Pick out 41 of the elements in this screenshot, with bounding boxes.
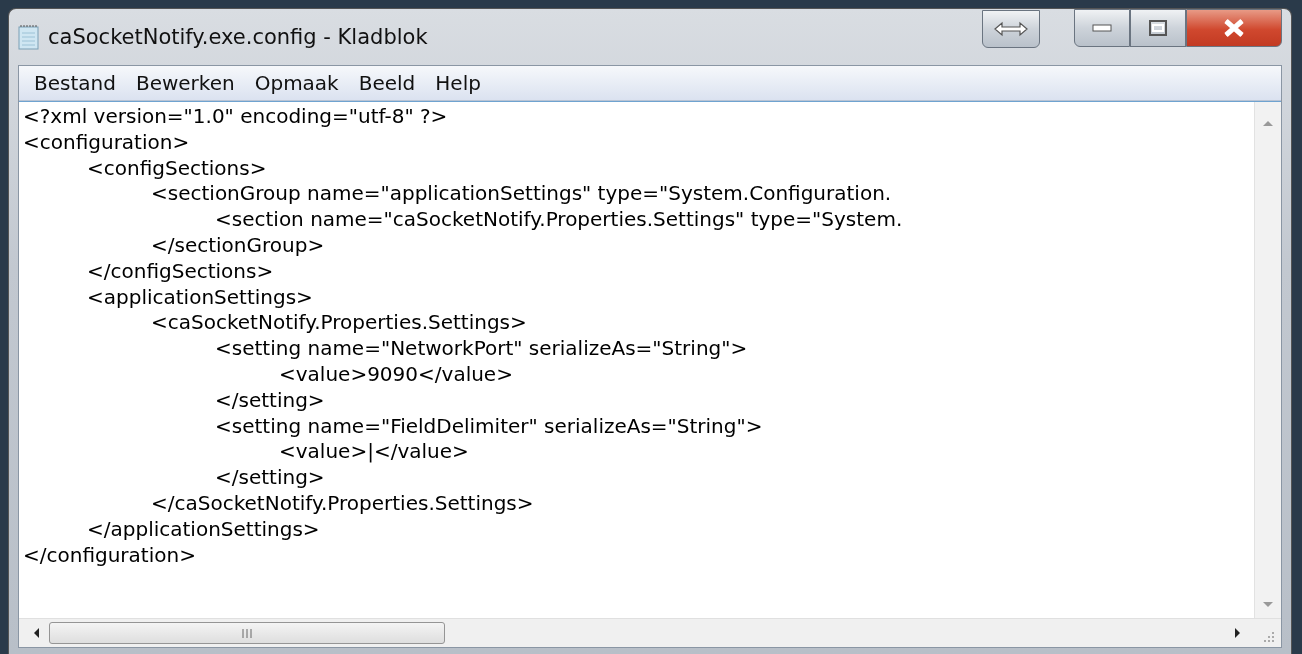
text-line: <value>9090</value> — [278, 361, 514, 388]
resize-grip-icon[interactable] — [1263, 631, 1275, 643]
minimize-button[interactable] — [1074, 9, 1130, 47]
text-line: </setting> — [214, 465, 326, 491]
scroll-left-icon[interactable] — [33, 628, 39, 638]
double-arrow-icon — [993, 20, 1029, 38]
text-line: <applicationSettings> — [86, 284, 314, 311]
text-line: </configuration> — [22, 542, 197, 569]
text-line: <configSections> — [86, 155, 268, 182]
menu-item[interactable]: Opmaak — [247, 71, 352, 95]
close-icon — [1223, 19, 1245, 37]
text-line: </configSections> — [86, 258, 275, 285]
menu-item[interactable]: Bewerken — [128, 71, 248, 95]
text-editor[interactable] — [19, 101, 1281, 618]
text-line: <?xml version="1.0" encoding="utf-8" ?> — [22, 104, 449, 130]
vertical-scrollbar[interactable] — [1254, 102, 1281, 618]
text-line: <section name="caSocketNotify.Properties.Settings" type="System. — [214, 207, 904, 233]
text-line: <setting name="NetworkPort" serializeAs="String"> — [214, 336, 749, 362]
menu-item[interactable]: Beeld — [351, 71, 429, 95]
scroll-right-icon[interactable] — [1235, 628, 1241, 638]
menu-item[interactable]: Help — [428, 71, 494, 95]
close-button[interactable] — [1186, 9, 1282, 47]
scrollbar-thumb[interactable] — [49, 622, 445, 644]
window-title: caSocketNotify.exe.config - Kladblok — [48, 25, 428, 49]
text-line: </sectionGroup> — [150, 233, 326, 259]
scroll-down-icon[interactable] — [1263, 602, 1273, 608]
text-line: </setting> — [214, 387, 326, 414]
menu-item[interactable]: Bestand — [27, 71, 129, 95]
text-line: <configuration> — [22, 129, 191, 156]
minimize-icon — [1092, 24, 1112, 32]
maximize-icon — [1149, 20, 1167, 36]
text-line: <caSocketNotify.Properties.Settings> — [150, 310, 528, 337]
maximize-button[interactable] — [1130, 9, 1186, 47]
text-line: <value>|</value> — [278, 439, 470, 466]
text-line: <setting name="FieldDelimiter" serializeAs="String"> — [214, 413, 764, 440]
text-line: </applicationSettings> — [86, 516, 321, 543]
notepad-icon — [18, 24, 40, 50]
text-line: </caSocketNotify.Properties.Settings> — [150, 490, 535, 517]
resize-button[interactable] — [982, 10, 1040, 48]
text-line: <sectionGroup name="applicationSettings" type="System.Configuration. — [150, 181, 893, 208]
scroll-up-icon[interactable] — [1263, 120, 1273, 126]
